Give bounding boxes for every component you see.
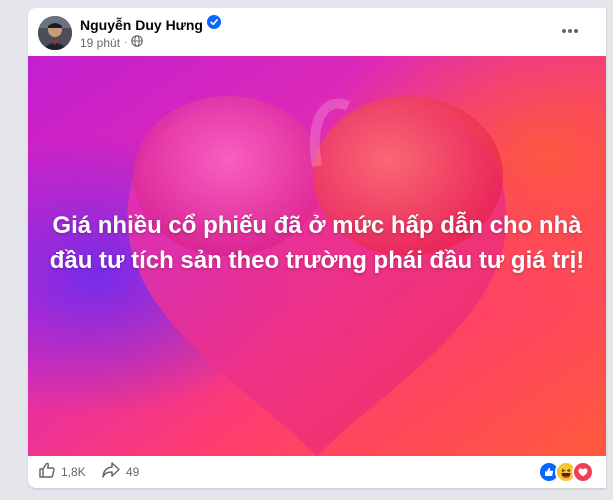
post-footer: 1,8K 49: [28, 456, 606, 488]
post-timestamp[interactable]: 19 phút: [80, 36, 120, 50]
reactions-summary[interactable]: [538, 461, 594, 483]
post-meta: 19 phút ·: [80, 35, 144, 50]
like-count-button[interactable]: 1,8K: [38, 461, 86, 482]
thumbs-up-icon: [38, 461, 56, 482]
like-count: 1,8K: [61, 464, 86, 479]
verified-badge-icon: [206, 15, 221, 34]
post-background-image[interactable]: Giá nhiều cổ phiếu đã ở mức hấp dẫn cho …: [28, 56, 606, 456]
share-arrow-icon: [101, 461, 121, 482]
author-row: Nguyễn Duy Hưng: [80, 15, 221, 34]
share-count: 49: [126, 464, 140, 479]
share-count-button[interactable]: 49: [101, 461, 139, 482]
more-options-icon: [561, 21, 579, 39]
post-header: Nguyễn Duy Hưng 19 phút ·: [28, 8, 606, 56]
post-card: Nguyễn Duy Hưng 19 phút · Giá nhiều cổ p…: [28, 8, 606, 488]
globe-icon: [131, 35, 144, 50]
author-name[interactable]: Nguyễn Duy Hưng: [80, 17, 203, 33]
author-avatar[interactable]: [38, 16, 72, 50]
more-options-button[interactable]: [558, 18, 582, 42]
meta-separator: ·: [124, 37, 128, 48]
love-reaction-icon: [572, 461, 594, 483]
post-text: Giá nhiều cổ phiếu đã ở mức hấp dẫn cho …: [49, 212, 585, 274]
